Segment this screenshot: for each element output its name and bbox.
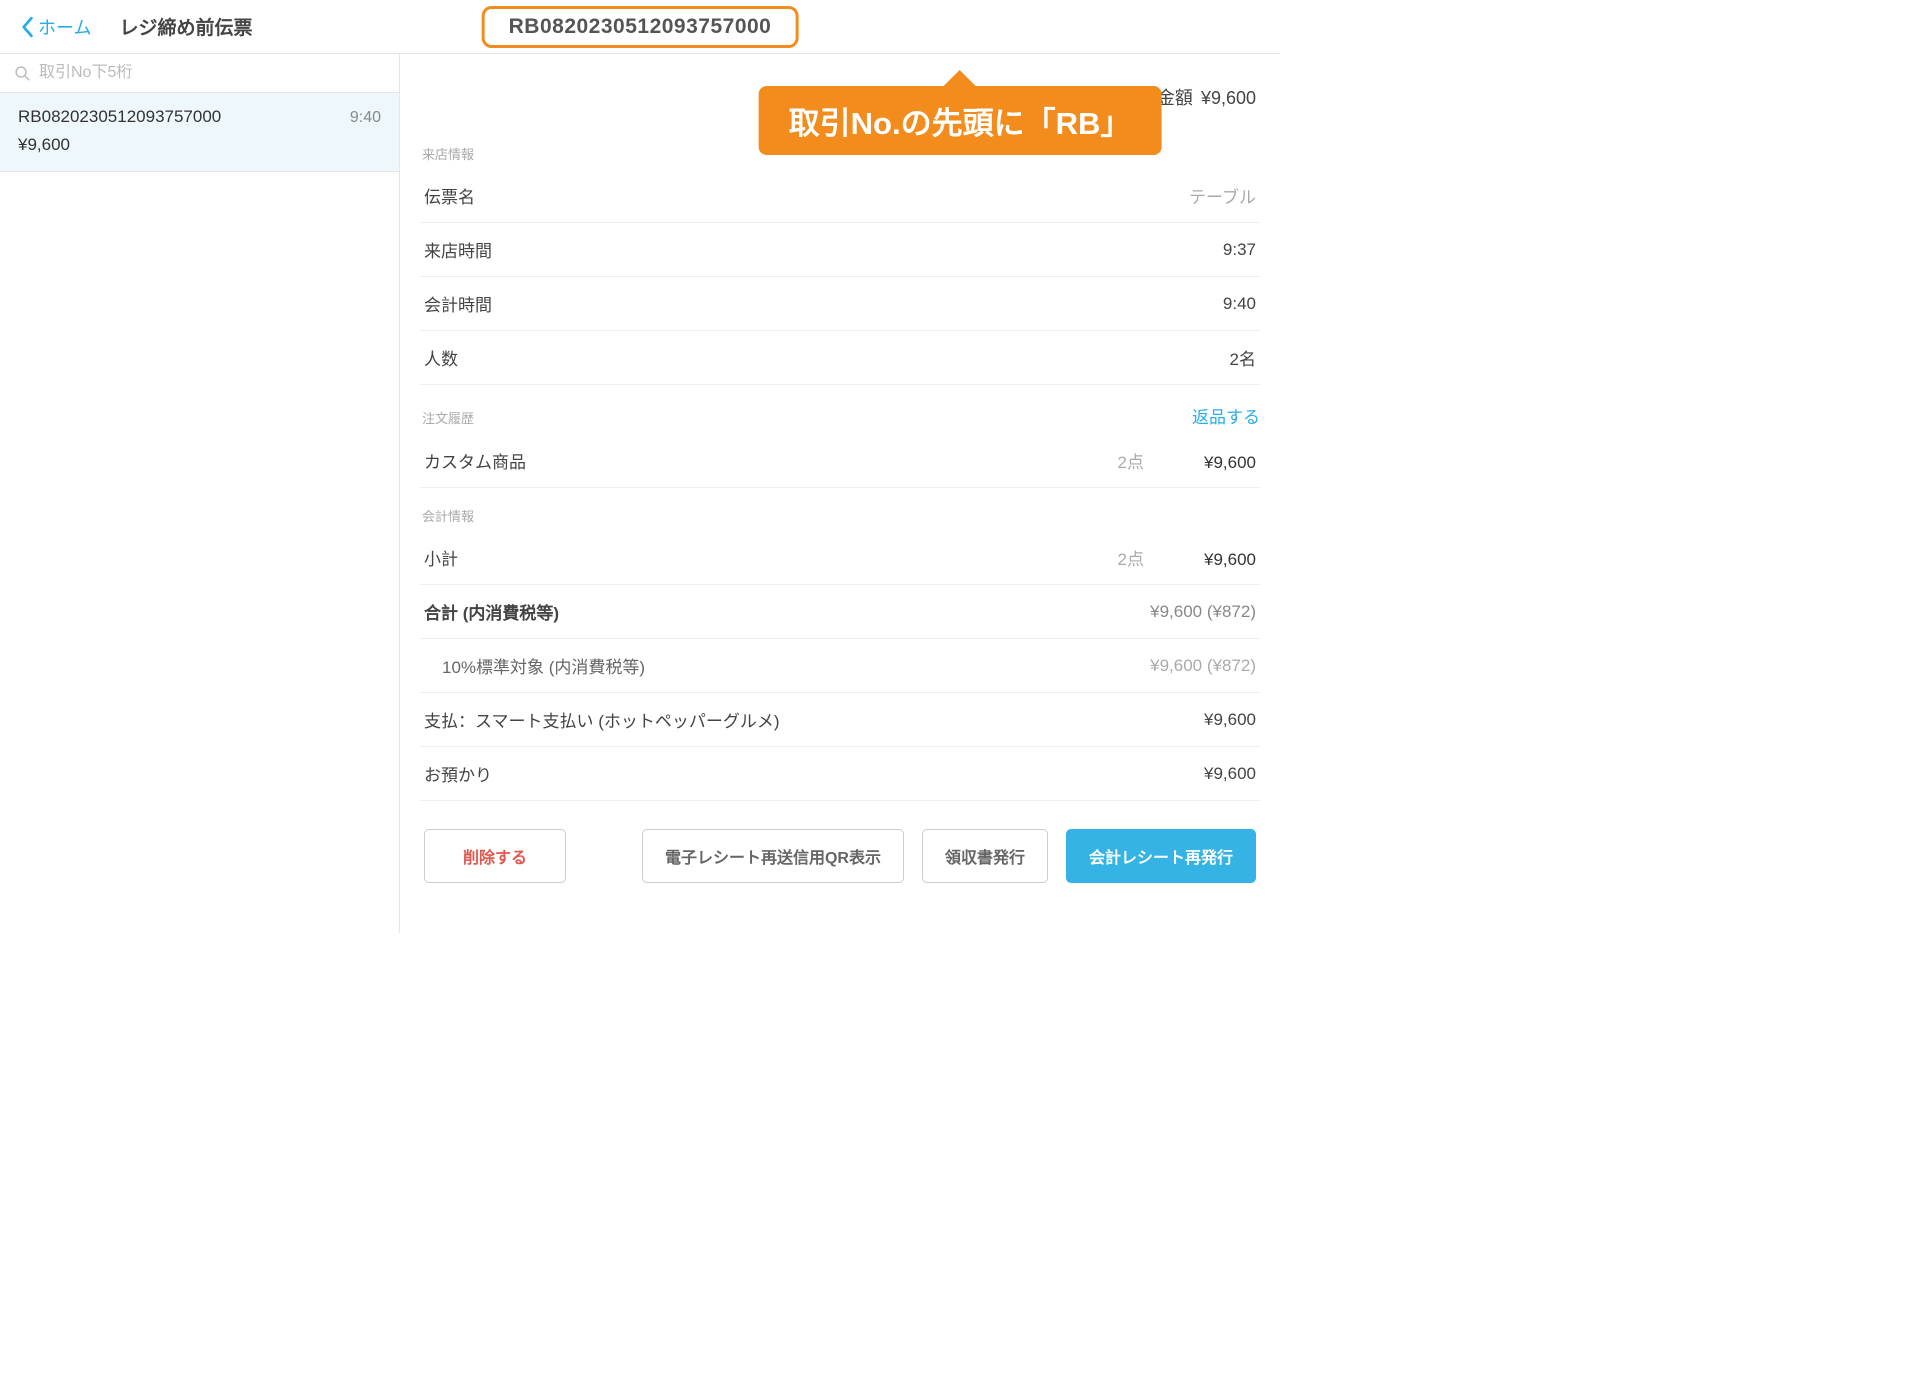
- action-bar: 削除する 電子レシート再送信用QR表示 領収書発行 会計レシート再発行: [420, 801, 1260, 883]
- row-checkout-time: 会計時間9:40: [420, 277, 1260, 331]
- transaction-id-box: RB0820230512093757000: [482, 6, 799, 48]
- detail-panel: 合計金額 ¥9,600 来店情報 伝票名テーブル 来店時間9:37 会計時間9:…: [400, 54, 1280, 933]
- search-box[interactable]: [0, 54, 399, 93]
- delete-button[interactable]: 削除する: [424, 829, 566, 883]
- list-item-amount: ¥9,600: [18, 135, 381, 155]
- row-slip-name: 伝票名テーブル: [420, 169, 1260, 223]
- section-account-label: 会計情報: [422, 506, 1260, 525]
- row-order-item: カスタム商品 2点¥9,600: [420, 434, 1260, 488]
- row-deposit: お預かり¥9,600: [420, 747, 1260, 801]
- topbar: ホーム レジ締め前伝票 RB0820230512093757000: [0, 0, 1280, 54]
- row-visit-time: 来店時間9:37: [420, 223, 1260, 277]
- annotation-text: 取引No.の先頭に「RB」: [759, 86, 1162, 155]
- reissue-button[interactable]: 会計レシート再発行: [1066, 829, 1256, 883]
- list-item-time: 9:40: [350, 109, 381, 127]
- section-orders-header: 注文履歴 返品する: [422, 403, 1260, 428]
- page-title: レジ締め前伝票: [119, 13, 252, 40]
- chevron-left-icon: [20, 16, 34, 38]
- row-payment: 支払：スマート支払い (ホットペッパーグルメ)¥9,600: [420, 693, 1260, 747]
- annotation-callout: 取引No.の先頭に「RB」: [759, 70, 1162, 155]
- transaction-list-item[interactable]: RB0820230512093757000 9:40 ¥9,600: [0, 93, 399, 172]
- row-total: 合計 (内消費税等)¥9,600 (¥872): [420, 585, 1260, 639]
- receipt-button[interactable]: 領収書発行: [922, 829, 1048, 883]
- search-icon: [14, 65, 31, 82]
- search-input[interactable]: [39, 64, 385, 82]
- return-link[interactable]: 返品する: [1192, 403, 1260, 428]
- row-tax-10: 10%標準対象 (内消費税等)¥9,600 (¥872): [420, 639, 1260, 693]
- row-guests: 人数2名: [420, 331, 1260, 385]
- back-button[interactable]: ホーム: [0, 14, 91, 40]
- transaction-id: RB0820230512093757000: [509, 15, 772, 38]
- section-orders-label: 注文履歴: [422, 408, 474, 427]
- list-item-id: RB0820230512093757000: [18, 107, 221, 127]
- grand-total-value: ¥9,600: [1201, 88, 1256, 109]
- back-label: ホーム: [38, 14, 91, 40]
- sidebar: RB0820230512093757000 9:40 ¥9,600: [0, 54, 400, 933]
- row-subtotal: 小計 2点¥9,600: [420, 531, 1260, 585]
- qr-button[interactable]: 電子レシート再送信用QR表示: [642, 829, 904, 883]
